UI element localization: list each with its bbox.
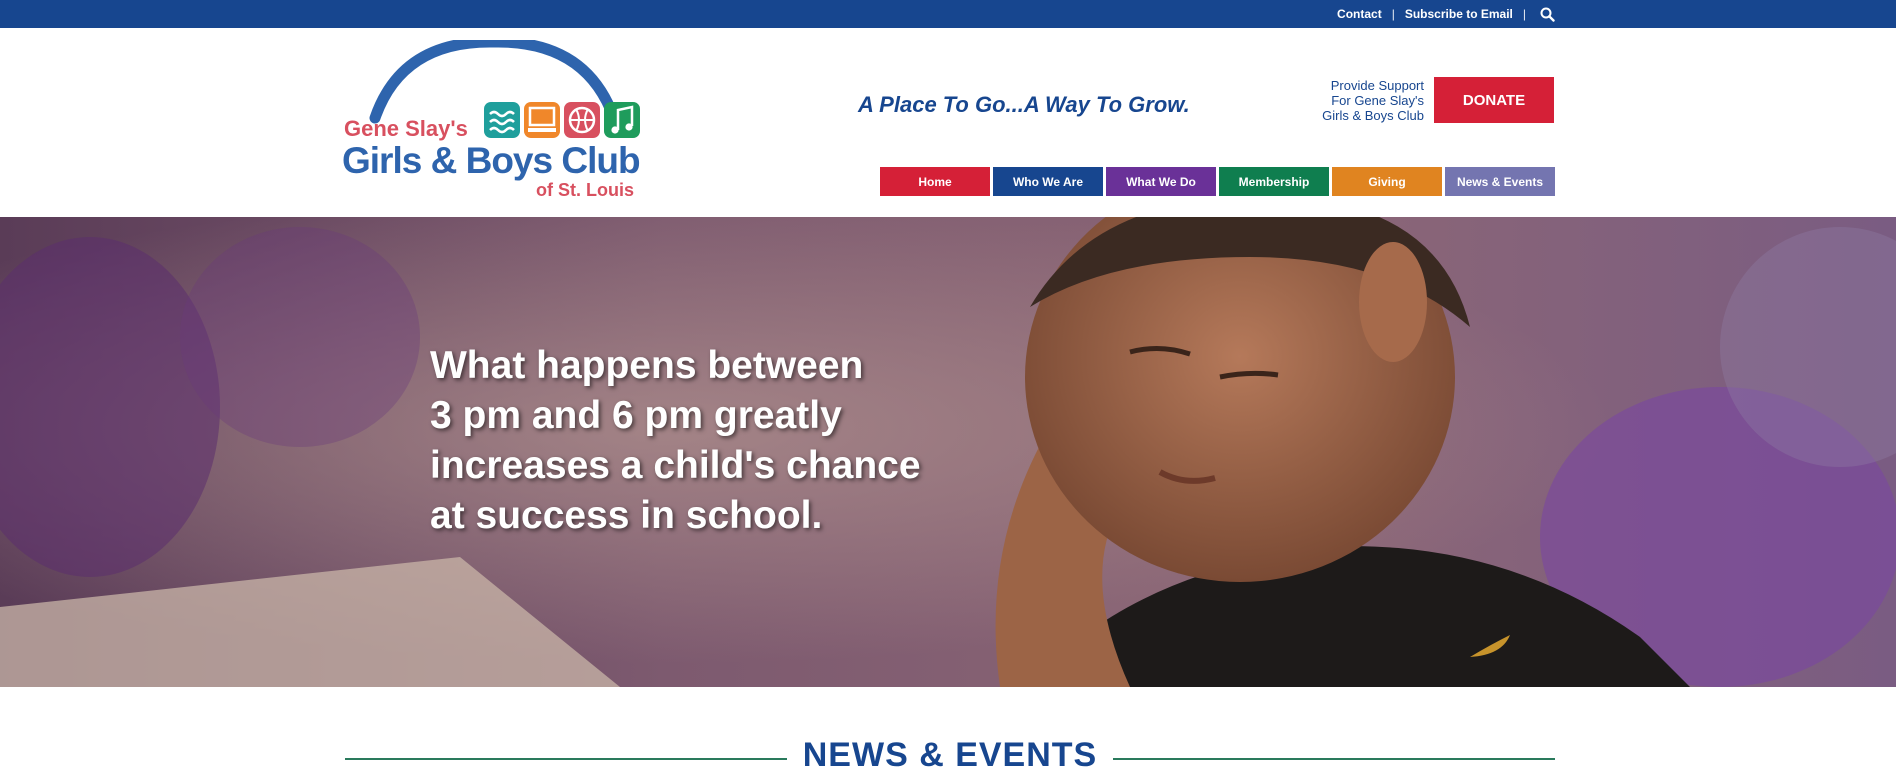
- news-events-section-heading: NEWS & EVENTS: [345, 730, 1555, 780]
- support-line: Provide Support: [1330, 78, 1424, 93]
- support-line: For Gene Slay's: [1331, 93, 1424, 108]
- hero-headline-line: increases a child's chance: [430, 444, 921, 487]
- subscribe-email-link[interactable]: Subscribe to Email: [1405, 7, 1513, 21]
- nav-item-news-events[interactable]: News & Events: [1445, 167, 1555, 196]
- hero-headline-line: What happens between: [430, 344, 864, 387]
- logo-text-girls-boys-club: Girls & Boys Club: [342, 140, 641, 181]
- support-line: Girls & Boys Club: [1322, 108, 1424, 123]
- logo-text-st-louis: of St. Louis: [536, 180, 634, 200]
- main-nav: Home Who We Are What We Do Membership Gi…: [880, 167, 1555, 196]
- top-utility-bar: Contact | Subscribe to Email |: [0, 0, 1896, 28]
- nav-item-what-we-do[interactable]: What We Do: [1106, 167, 1216, 196]
- search-icon[interactable]: [1538, 5, 1556, 23]
- hero-headline: What happens between 3 pm and 6 pm great…: [430, 341, 990, 541]
- separator: |: [1522, 7, 1526, 21]
- support-text: Provide Support For Gene Slay's Girls & …: [1300, 78, 1424, 123]
- contact-link[interactable]: Contact: [1337, 7, 1382, 21]
- nav-item-who-we-are[interactable]: Who We Are: [993, 167, 1103, 196]
- site-logo[interactable]: Gene Slay's Girls & Boys Club of St. Lou…: [342, 40, 648, 200]
- nav-item-membership[interactable]: Membership: [1219, 167, 1329, 196]
- hero-banner: What happens between 3 pm and 6 pm great…: [0, 217, 1896, 687]
- site-tagline: A Place To Go...A Way To Grow.: [858, 92, 1190, 117]
- donate-button[interactable]: DONATE: [1434, 77, 1554, 123]
- hero-headline-line: at success in school.: [430, 494, 823, 537]
- hero-headline-line: 3 pm and 6 pm greatly: [430, 394, 842, 437]
- nav-item-home[interactable]: Home: [880, 167, 990, 196]
- utility-links: Contact | Subscribe to Email |: [1337, 0, 1556, 28]
- separator: |: [1391, 7, 1395, 21]
- site-header: Gene Slay's Girls & Boys Club of St. Lou…: [0, 28, 1896, 217]
- heading-divider-right: [1113, 758, 1555, 760]
- nav-item-giving[interactable]: Giving: [1332, 167, 1442, 196]
- logo-text-gene-slays: Gene Slay's: [344, 116, 468, 141]
- heading-divider-left: [345, 758, 787, 760]
- news-events-title: NEWS & EVENTS: [802, 736, 1098, 774]
